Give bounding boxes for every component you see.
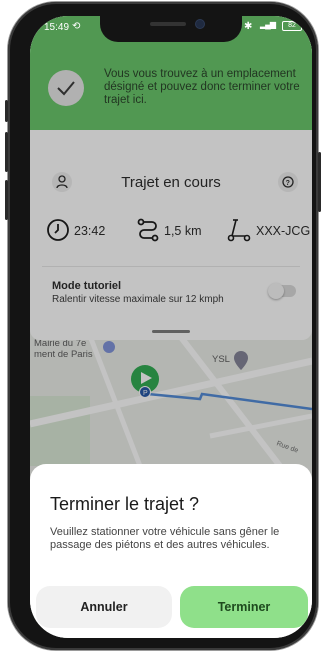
phone-frame: P Mairie du 7e ment de Paris YSL Rue de …	[5, 2, 321, 650]
bluetooth-icon: ✱	[244, 21, 253, 32]
signal-icon: ▂▄▆	[260, 20, 276, 29]
front-camera	[196, 20, 204, 28]
camera-notch	[100, 16, 242, 42]
battery-icon: 82	[282, 21, 302, 31]
end-trip-dialog: Terminer le trajet ? Veuillez stationner…	[30, 464, 312, 638]
speaker-grille	[150, 22, 186, 26]
phone-side-button	[5, 100, 8, 122]
volume-down-button	[5, 180, 8, 220]
battery-level: 82	[288, 22, 296, 29]
cancel-button[interactable]: Annuler	[36, 586, 172, 628]
volume-up-button	[5, 132, 8, 172]
dialog-body: Veuillez stationner votre véhicule sans …	[50, 526, 280, 551]
app-screen: P Mairie du 7e ment de Paris YSL Rue de …	[30, 16, 312, 638]
dialog-heading: Terminer le trajet ?	[50, 494, 200, 514]
status-time: 15:49	[44, 22, 70, 33]
screen-rotate-icon: ⟲	[72, 21, 81, 32]
end-trip-button[interactable]: Terminer	[180, 586, 308, 628]
power-button	[318, 152, 321, 212]
